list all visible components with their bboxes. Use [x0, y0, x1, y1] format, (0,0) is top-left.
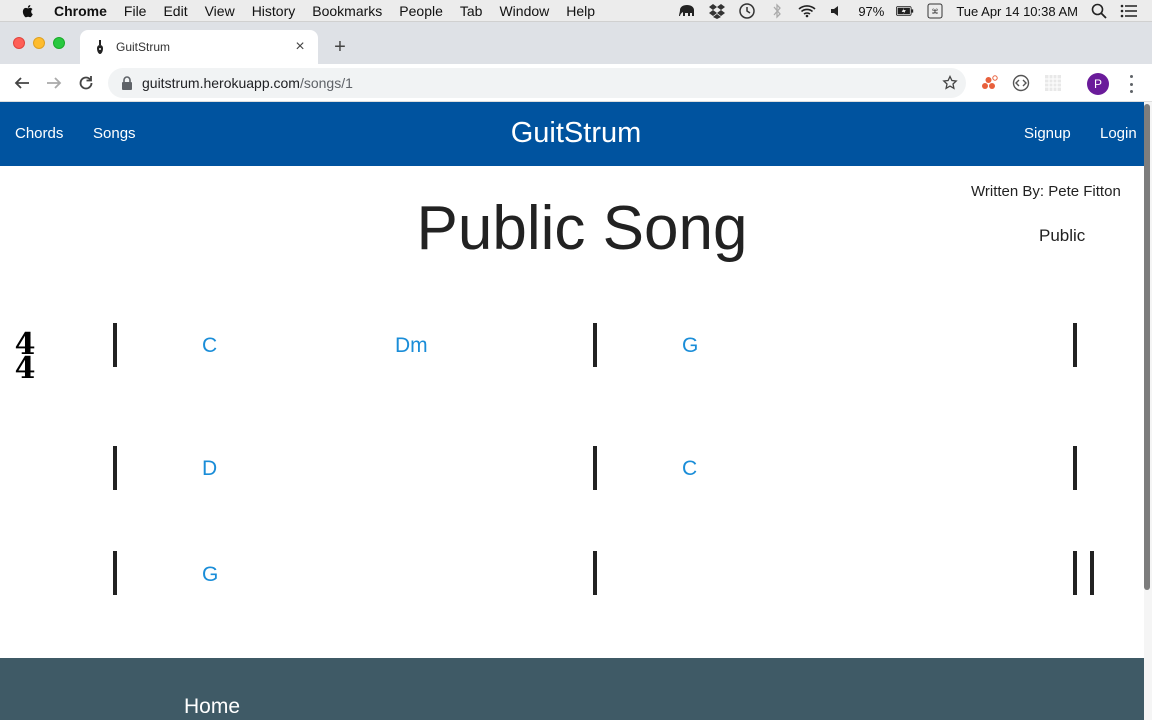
barline: [593, 551, 597, 595]
menu-edit[interactable]: Edit: [163, 3, 187, 19]
browser-tab-strip: GuitStrum × +: [0, 22, 1152, 64]
notification-center-icon[interactable]: [1120, 3, 1138, 19]
barline: [593, 446, 597, 490]
menu-bar-clock[interactable]: Tue Apr 14 10:38 AM: [956, 4, 1078, 19]
menu-view[interactable]: View: [205, 3, 235, 19]
final-barline-left: [1073, 551, 1077, 595]
time-machine-icon[interactable]: [738, 3, 756, 19]
song-visibility-badge: Public: [1039, 226, 1086, 245]
nav-link-login[interactable]: Login: [1100, 125, 1137, 142]
url-path: /songs/1: [299, 75, 353, 91]
bookmark-star-icon[interactable]: [942, 75, 958, 91]
forward-button[interactable]: [44, 73, 64, 93]
menu-tab[interactable]: Tab: [460, 3, 483, 19]
site-footer: Home: [0, 658, 1144, 720]
barline: [1073, 323, 1077, 367]
menu-app-chrome[interactable]: Chrome: [54, 3, 107, 19]
url-host: guitstrum.herokuapp.com: [142, 75, 300, 91]
barline: [113, 551, 117, 595]
chord[interactable]: D: [202, 457, 217, 481]
menu-people[interactable]: People: [399, 3, 443, 19]
menu-bookmarks[interactable]: Bookmarks: [312, 3, 382, 19]
reload-icon: [79, 76, 93, 90]
extension-grid-icon[interactable]: [1044, 74, 1062, 92]
guitar-favicon-icon: [97, 40, 103, 54]
forward-arrow-icon: [47, 77, 62, 89]
extension-code-icon[interactable]: [1012, 74, 1030, 92]
site-brand[interactable]: GuitStrum: [0, 117, 1152, 150]
new-tab-button[interactable]: +: [330, 37, 350, 57]
time-signature: 4 4: [14, 330, 36, 386]
window-close-button[interactable]: [13, 37, 25, 49]
chord[interactable]: C: [202, 334, 217, 358]
nav-link-signup[interactable]: Signup: [1024, 125, 1071, 142]
menu-bar-status-area: 97% ⌘ Tue Apr 14 10:38 AM: [672, 0, 1152, 22]
menu-file[interactable]: File: [124, 3, 147, 19]
barline: [593, 323, 597, 367]
tab-title: GuitStrum: [116, 40, 171, 54]
menu-window[interactable]: Window: [499, 3, 549, 19]
final-barline-right: [1090, 551, 1094, 595]
barline: [113, 446, 117, 490]
browser-tab-active[interactable]: GuitStrum ×: [80, 30, 318, 64]
back-button[interactable]: [12, 73, 32, 93]
barline: [1073, 446, 1077, 490]
macos-menu-bar: Chrome File Edit View History Bookmarks …: [0, 0, 1152, 22]
time-signature-bottom: 4: [14, 351, 36, 386]
browser-menu-icon[interactable]: [1124, 75, 1138, 93]
volume-icon[interactable]: [828, 3, 846, 19]
apple-menu-icon[interactable]: [20, 3, 36, 19]
dropbox-icon[interactable]: [708, 3, 726, 19]
window-zoom-button[interactable]: [53, 37, 65, 49]
extension-network-icon[interactable]: [980, 74, 998, 92]
chord[interactable]: G: [682, 334, 698, 358]
back-arrow-icon: [14, 77, 29, 89]
profile-avatar[interactable]: P: [1087, 73, 1109, 95]
bluetooth-icon[interactable]: [768, 3, 786, 19]
lock-icon[interactable]: [121, 76, 133, 90]
keyboard-input-icon[interactable]: ⌘: [926, 3, 944, 19]
browser-toolbar: guitstrum.herokuapp.com/songs/1 P: [0, 64, 1152, 102]
wifi-icon[interactable]: [798, 3, 816, 19]
footer-link-home[interactable]: Home: [184, 695, 240, 719]
url-text[interactable]: guitstrum.herokuapp.com/songs/1: [142, 75, 353, 91]
chord[interactable]: Dm: [395, 334, 428, 358]
song-title: Public Song: [416, 194, 748, 263]
barline: [113, 323, 117, 367]
battery-percentage: 97%: [858, 3, 885, 19]
chord[interactable]: G: [202, 563, 218, 587]
chord[interactable]: C: [682, 457, 697, 481]
reload-button[interactable]: [76, 73, 96, 93]
tab-close-icon[interactable]: ×: [292, 39, 308, 55]
address-bar[interactable]: guitstrum.herokuapp.com/songs/1: [108, 68, 966, 98]
site-navbar: Chords Songs GuitStrum Signup Login: [0, 102, 1144, 166]
spotlight-search-icon[interactable]: [1090, 3, 1108, 19]
elephant-icon[interactable]: [678, 3, 696, 19]
menu-history[interactable]: History: [252, 3, 296, 19]
svg-text:⌘: ⌘: [932, 8, 939, 16]
window-minimize-button[interactable]: [33, 37, 45, 49]
battery-charging-icon[interactable]: [896, 3, 914, 19]
menu-help[interactable]: Help: [566, 3, 595, 19]
page-scrollbar-thumb[interactable]: [1144, 104, 1150, 590]
